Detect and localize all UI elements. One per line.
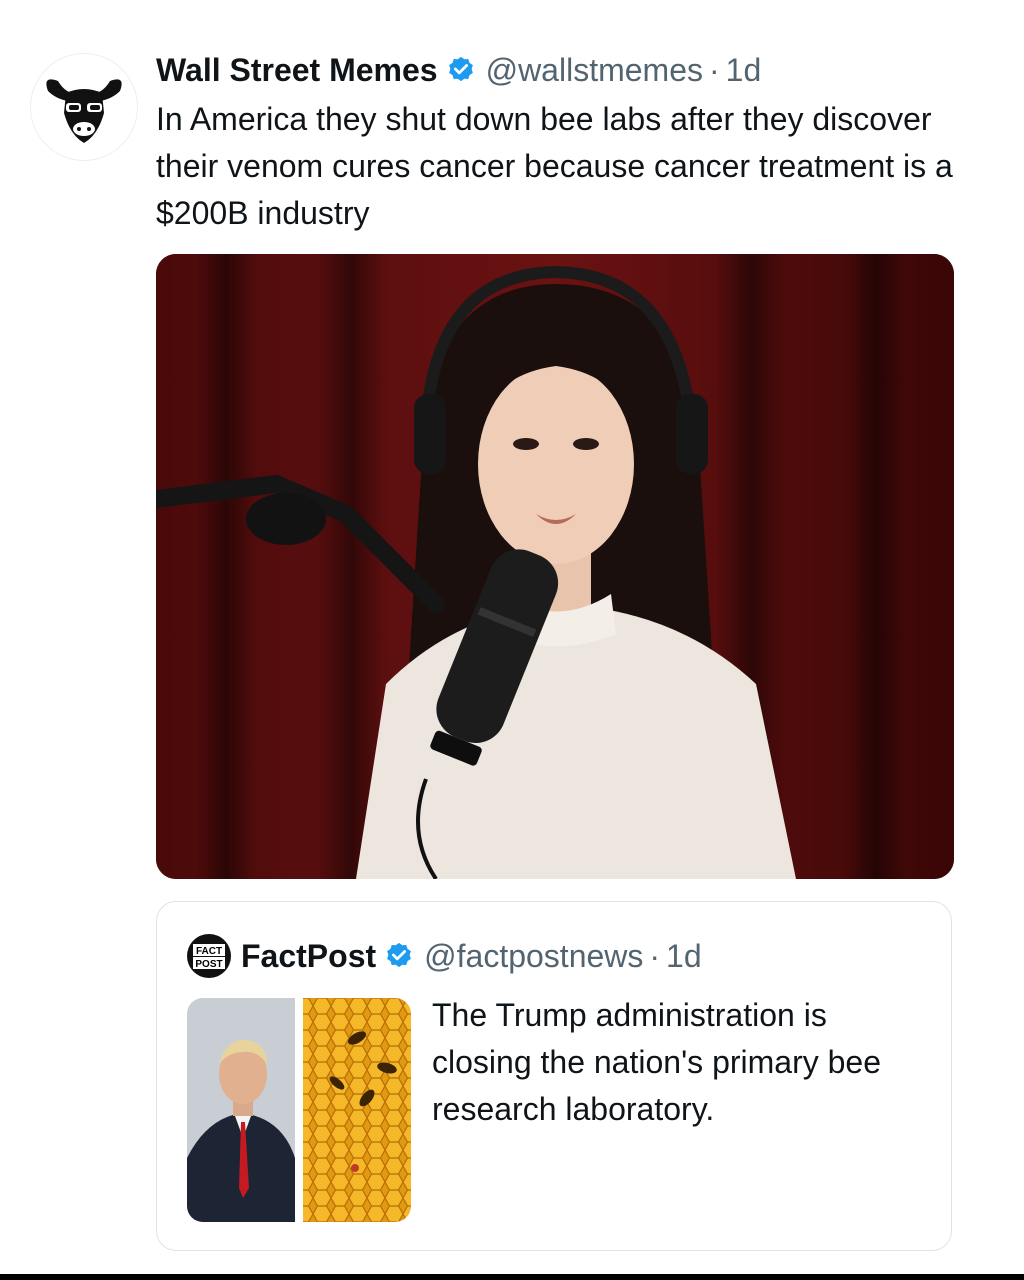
quoted-post-card[interactable]: FACT POST FactPost @factpostnews · 1d Th…: [156, 901, 952, 1251]
verified-badge-icon: [446, 55, 476, 85]
author-handle[interactable]: @wallstmemes: [486, 52, 703, 89]
author-avatar[interactable]: [30, 53, 138, 161]
quoted-author-name[interactable]: FactPost: [241, 938, 376, 975]
factpost-avatar[interactable]: FACT POST: [187, 934, 231, 978]
quoted-author-handle[interactable]: @factpostnews: [424, 938, 643, 975]
meta-separator: ·: [708, 51, 720, 88]
trump-and-honeycomb-image: [187, 998, 411, 1222]
quoted-post-thumbnail[interactable]: [187, 998, 411, 1222]
podcast-guest-photo: [156, 254, 954, 879]
meta-separator: ·: [649, 937, 661, 974]
post-timestamp[interactable]: 1d: [726, 52, 762, 89]
bottom-divider: [0, 1274, 1024, 1280]
author-name[interactable]: Wall Street Memes: [156, 52, 438, 89]
quoted-post-header: FACT POST FactPost @factpostnews · 1d: [187, 934, 702, 978]
bull-logo-icon: [46, 79, 122, 143]
quoted-post-text: The Trump administration is closing the …: [432, 997, 882, 1127]
logo-text-fact: FACT: [196, 946, 222, 957]
post-media-photo[interactable]: [156, 254, 954, 879]
post-text: In America they shut down bee labs after…: [156, 101, 953, 231]
post-header: Wall Street Memes @wallstmemes · 1d: [156, 48, 761, 92]
verified-badge-icon: [384, 941, 414, 971]
logo-text-post: POST: [195, 959, 222, 970]
quoted-post-timestamp[interactable]: 1d: [666, 938, 702, 975]
factpost-logo-icon: FACT POST: [193, 944, 225, 970]
